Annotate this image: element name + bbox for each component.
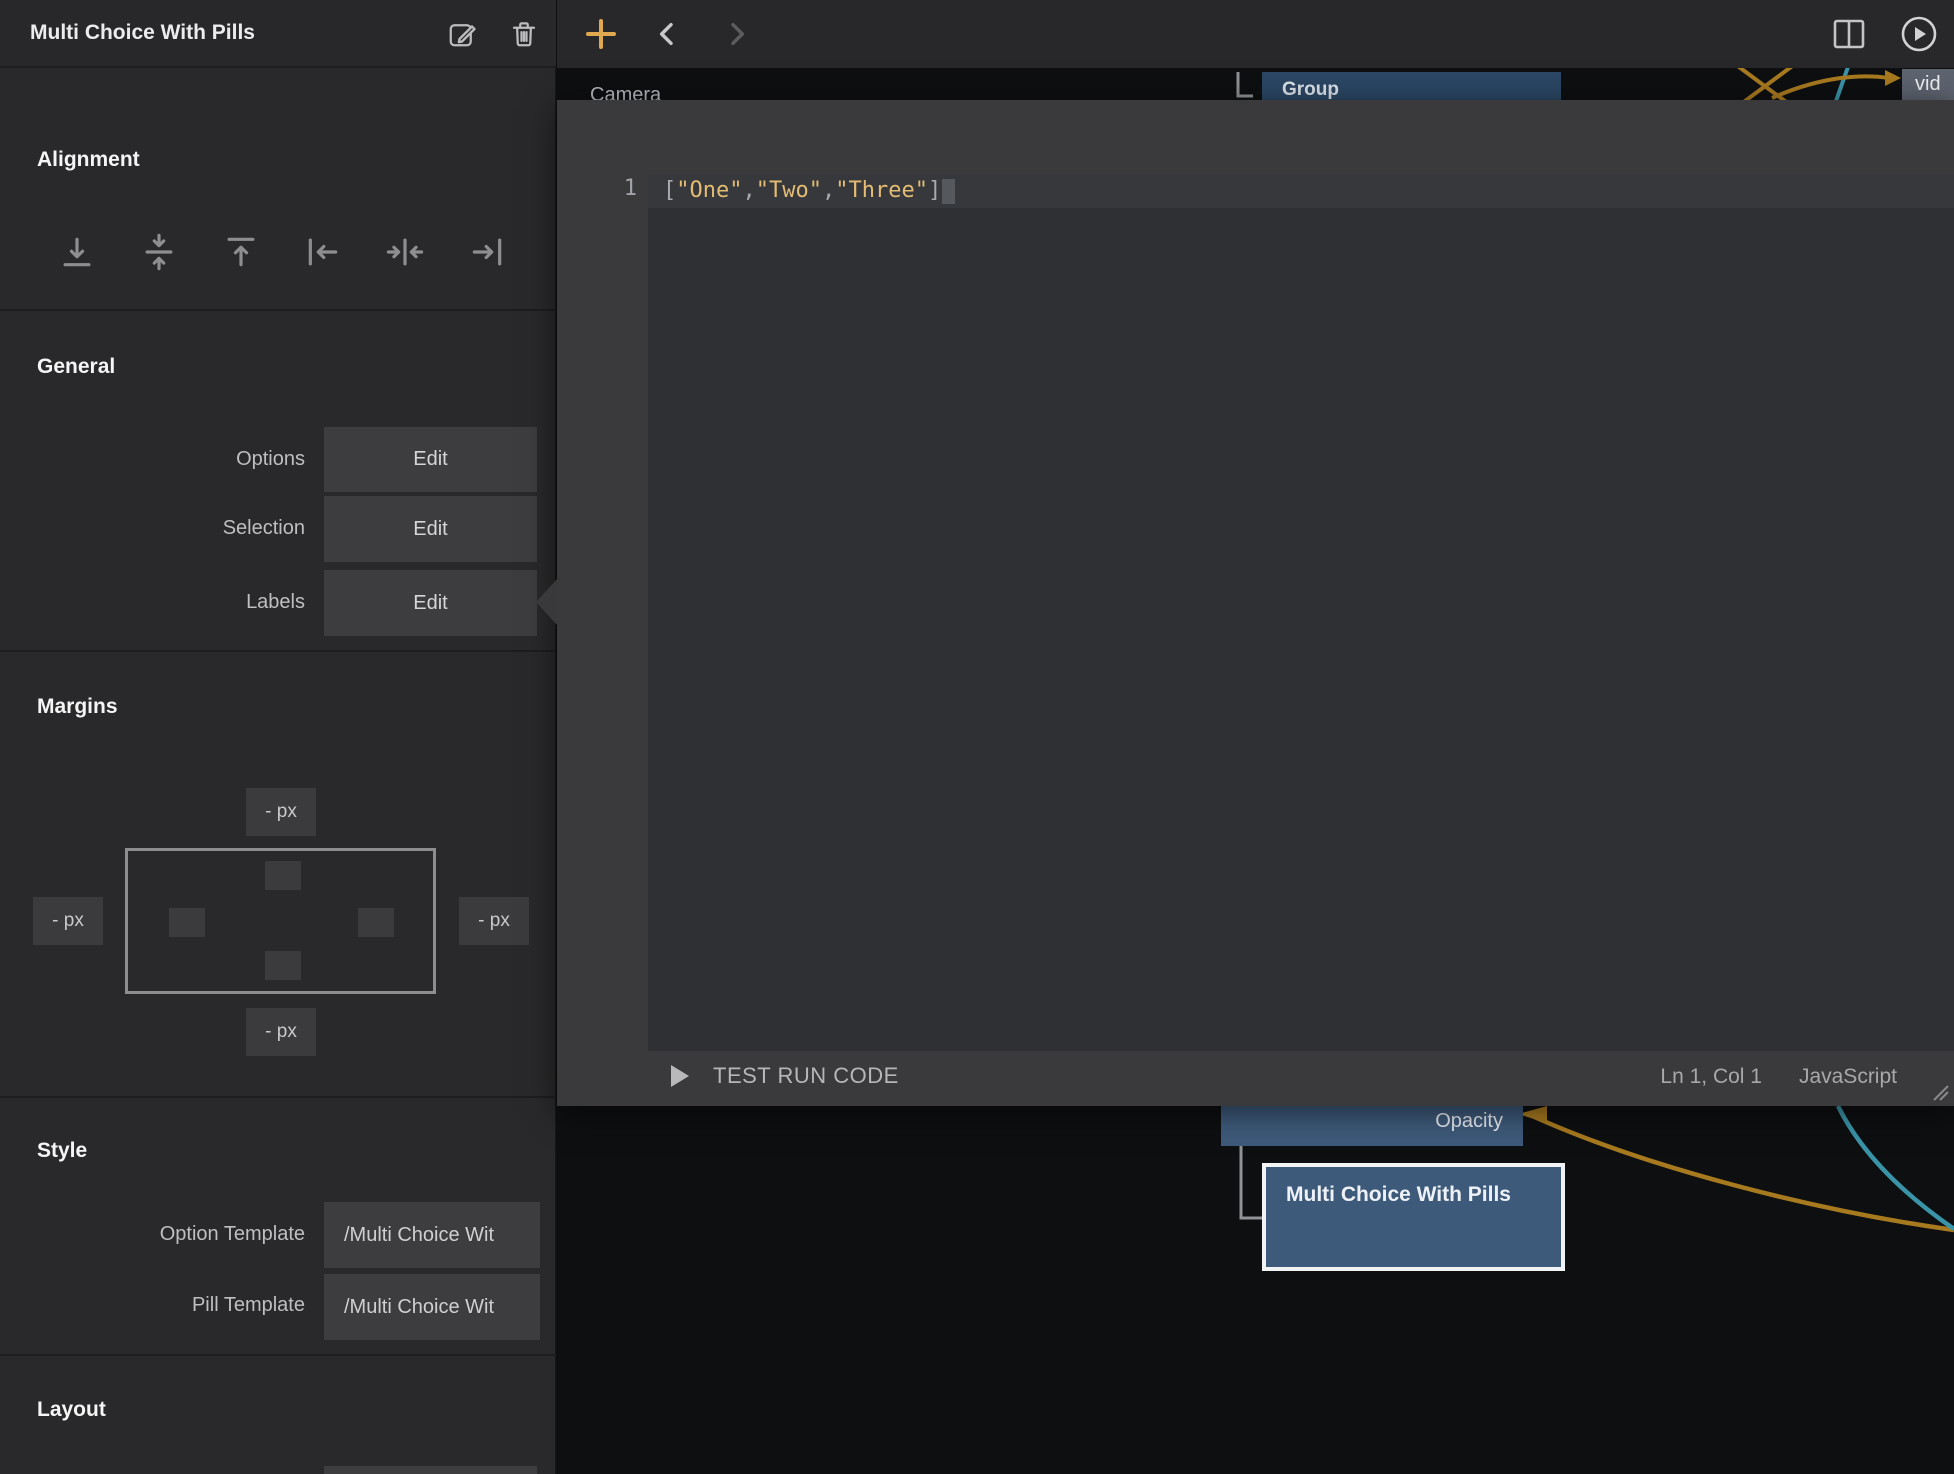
section-divider bbox=[0, 1354, 556, 1356]
margin-preview-box bbox=[125, 848, 436, 994]
pill-template-value[interactable]: /Multi Choice Wit bbox=[324, 1274, 540, 1340]
align-left-icon[interactable] bbox=[304, 228, 342, 276]
align-right-icon[interactable] bbox=[468, 228, 506, 276]
split-view-icon[interactable] bbox=[1829, 14, 1869, 54]
margin-top-input[interactable]: - px bbox=[246, 788, 316, 836]
selection-edit-button[interactable]: Edit bbox=[324, 496, 537, 562]
text-cursor bbox=[942, 179, 955, 204]
options-edit-button[interactable]: Edit bbox=[324, 427, 537, 492]
line-number: 1 bbox=[612, 176, 637, 201]
test-run-code-button[interactable]: TEST RUN CODE bbox=[669, 1063, 899, 1089]
code-token: , bbox=[822, 178, 835, 203]
node-camera[interactable]: Camera bbox=[590, 84, 661, 100]
labels-edit-button[interactable]: Edit bbox=[324, 570, 537, 636]
chevron-left-icon[interactable] bbox=[651, 14, 683, 54]
margin-handle-right[interactable] bbox=[358, 908, 394, 937]
prop-label-pill-template: Pill Template bbox=[30, 1294, 305, 1317]
prop-label-labels: Labels bbox=[30, 591, 305, 614]
node-multi-choice-with-pills[interactable]: Multi Choice With Pills bbox=[1262, 1163, 1565, 1271]
delete-icon[interactable] bbox=[506, 16, 542, 52]
plus-icon[interactable] bbox=[581, 14, 621, 54]
align-center-horizontal-icon[interactable] bbox=[386, 228, 424, 276]
margin-handle-top[interactable] bbox=[265, 861, 301, 890]
margin-left-input[interactable]: - px bbox=[33, 897, 103, 945]
section-divider bbox=[0, 309, 556, 311]
alignment-toolbar bbox=[58, 228, 538, 276]
node-canvas-bottom: Opacity Multi Choice With Pills bbox=[557, 1106, 1954, 1474]
panel-title: Multi Choice With Pills bbox=[30, 21, 255, 45]
section-title-general: General bbox=[37, 355, 115, 379]
node-label: Multi Choice With Pills bbox=[1286, 1178, 1521, 1211]
code-token: [ bbox=[663, 178, 676, 203]
margin-bottom-input[interactable]: - px bbox=[246, 1008, 316, 1056]
align-top-icon[interactable] bbox=[222, 228, 260, 276]
editor-status-bar: TEST RUN CODE Ln 1, Col 1 JavaScript bbox=[557, 1051, 1954, 1106]
run-label: TEST RUN CODE bbox=[713, 1063, 899, 1089]
margin-right-input[interactable]: - px bbox=[459, 897, 529, 945]
run-play-icon bbox=[669, 1063, 691, 1089]
canvas-toolbar bbox=[557, 0, 1954, 68]
section-divider bbox=[0, 650, 556, 652]
align-bottom-icon[interactable] bbox=[58, 228, 96, 276]
resize-handle[interactable] bbox=[1930, 1082, 1950, 1102]
rename-icon[interactable] bbox=[444, 16, 480, 52]
code-editor-area[interactable] bbox=[648, 174, 1954, 1051]
panel-header: Multi Choice With Pills bbox=[0, 0, 556, 68]
code-editor-popup: 1 ["One","Two","Three"] TEST RUN CODE Ln… bbox=[557, 100, 1954, 1106]
play-circle-icon[interactable] bbox=[1899, 14, 1939, 54]
node-opacity[interactable]: Opacity bbox=[1221, 1106, 1523, 1146]
node-video[interactable]: vid bbox=[1902, 69, 1954, 100]
app-window: Multi Choice With Pills Alignment bbox=[0, 0, 1954, 1474]
code-token: "One" bbox=[676, 178, 742, 203]
node-canvas-top: Camera Group vid bbox=[557, 68, 1954, 100]
code-token: "Three" bbox=[835, 178, 928, 203]
code-token: "Two" bbox=[756, 178, 822, 203]
section-title-layout: Layout bbox=[37, 1398, 106, 1422]
section-divider bbox=[0, 1096, 556, 1098]
margin-handle-left[interactable] bbox=[169, 908, 205, 937]
chevron-right-icon[interactable] bbox=[721, 14, 753, 54]
prop-label-option-template: Option Template bbox=[30, 1223, 305, 1246]
connection-wires-top bbox=[1677, 68, 1907, 100]
section-title-margins: Margins bbox=[37, 695, 118, 719]
section-title-alignment: Alignment bbox=[37, 148, 140, 172]
code-token: , bbox=[742, 178, 755, 203]
option-template-value[interactable]: /Multi Choice Wit bbox=[324, 1202, 540, 1268]
layout-partial-field[interactable] bbox=[324, 1466, 537, 1474]
node-group[interactable]: Group bbox=[1262, 72, 1561, 100]
margin-handle-bottom[interactable] bbox=[265, 951, 301, 980]
language-status: JavaScript bbox=[1799, 1065, 1897, 1089]
hierarchy-connector bbox=[1235, 72, 1263, 100]
properties-panel: Multi Choice With Pills Alignment bbox=[0, 0, 556, 1474]
section-title-style: Style bbox=[37, 1139, 87, 1163]
popup-callout-arrow bbox=[536, 578, 558, 626]
code-line-text[interactable]: ["One","Two","Three"] bbox=[663, 174, 955, 208]
prop-label-selection: Selection bbox=[30, 517, 305, 540]
code-token: ] bbox=[928, 178, 941, 203]
prop-label-options: Options bbox=[30, 448, 305, 471]
align-center-vertical-icon[interactable] bbox=[140, 228, 178, 276]
cursor-position-status: Ln 1, Col 1 bbox=[1660, 1065, 1762, 1089]
